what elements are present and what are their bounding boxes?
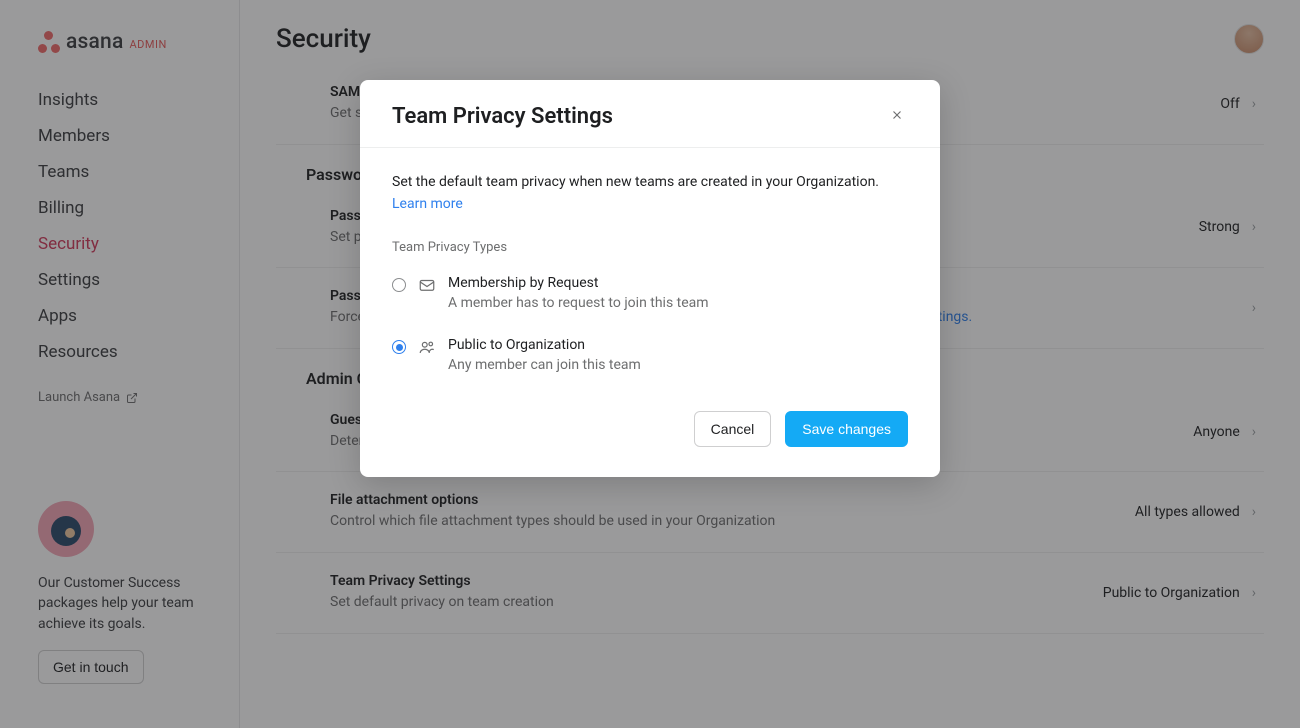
option-title: Public to Organization bbox=[448, 337, 641, 353]
radio-unchecked[interactable] bbox=[392, 278, 406, 292]
cancel-button[interactable]: Cancel bbox=[694, 411, 772, 447]
option-public-to-organization[interactable]: Public to Organization Any member can jo… bbox=[392, 331, 908, 393]
option-membership-by-request[interactable]: Membership by Request A member has to re… bbox=[392, 269, 908, 331]
privacy-types-label: Team Privacy Types bbox=[392, 240, 908, 255]
modal-title: Team Privacy Settings bbox=[392, 104, 613, 129]
save-changes-button[interactable]: Save changes bbox=[785, 411, 908, 447]
radio-checked[interactable] bbox=[392, 340, 406, 354]
option-subtitle: A member has to request to join this tea… bbox=[448, 295, 709, 311]
envelope-icon bbox=[418, 276, 436, 294]
learn-more-link[interactable]: Learn more bbox=[392, 196, 463, 212]
modal-overlay[interactable]: Team Privacy Settings Set the default te… bbox=[0, 0, 1300, 728]
close-icon bbox=[890, 108, 904, 122]
people-icon bbox=[418, 338, 436, 356]
team-privacy-modal: Team Privacy Settings Set the default te… bbox=[360, 80, 940, 477]
option-subtitle: Any member can join this team bbox=[448, 357, 641, 373]
modal-description: Set the default team privacy when new te… bbox=[392, 172, 908, 193]
option-title: Membership by Request bbox=[448, 275, 709, 291]
close-button[interactable] bbox=[886, 104, 908, 129]
